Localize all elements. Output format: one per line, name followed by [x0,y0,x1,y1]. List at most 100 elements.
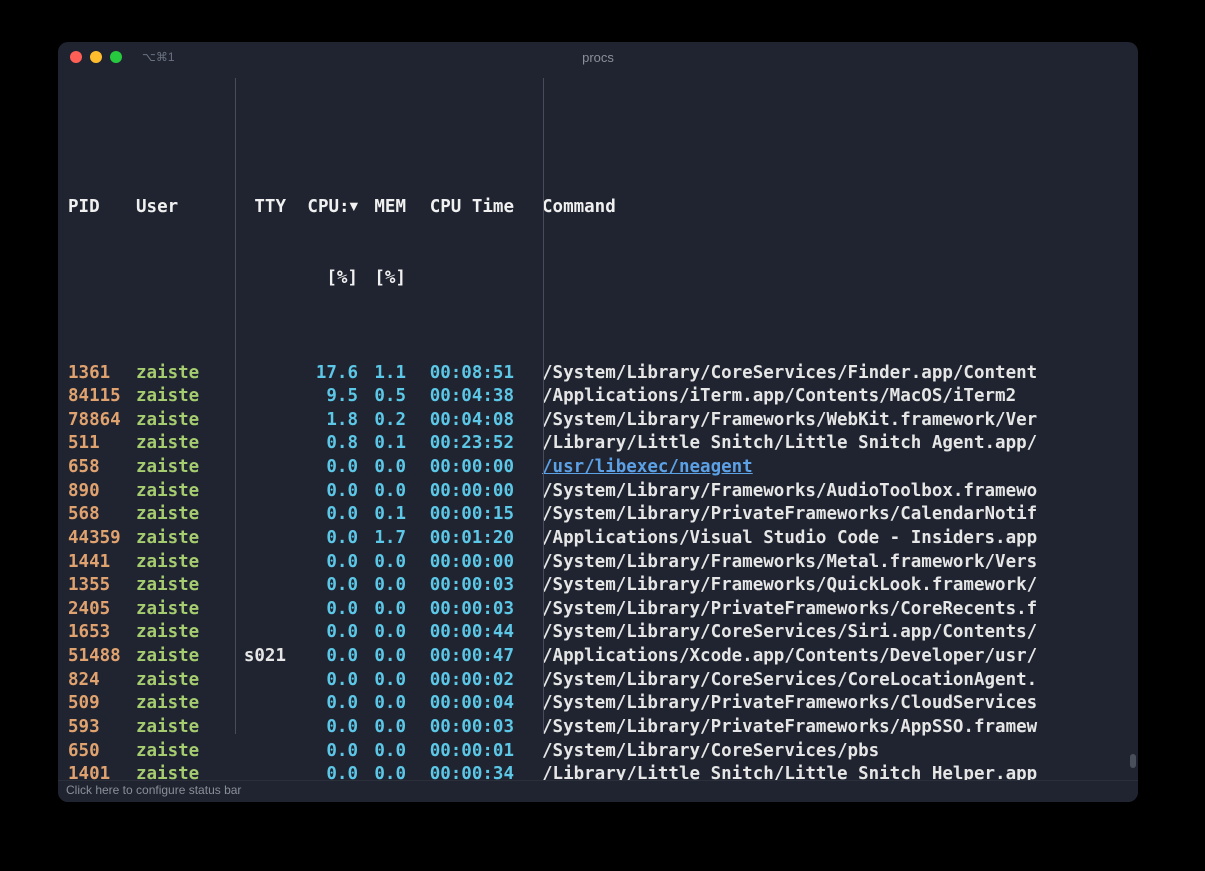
titlebar[interactable]: ⌥⌘1 procs [58,42,1138,72]
cell-mem: 0.0 [358,740,406,764]
table-row[interactable]: 84115zaiste9.50.500:04:38/Applications/i… [68,385,1128,409]
cell-cpu: 0.0 [286,598,358,622]
cell-time: 00:00:44 [406,621,514,645]
table-row[interactable]: 1361zaiste17.61.100:08:51/System/Library… [68,362,1128,386]
cell-pid: 1355 [68,574,136,598]
table-row[interactable]: 1653zaiste0.00.000:00:44/System/Library/… [68,621,1128,645]
table-row[interactable]: 1441zaiste0.00.000:00:00/System/Library/… [68,551,1128,575]
cell-mem: 1.1 [358,362,406,386]
table-header-row: PID User TTY CPU:▼ MEM CPU Time Command [68,196,1128,220]
cell-tty [226,763,286,780]
cell-user: zaiste [136,432,226,456]
cell-cmd: /Library/Little Snitch/Little Snitch Age… [514,432,1128,456]
cell-cmd: /System/Library/PrivateFrameworks/Calend… [514,503,1128,527]
cell-cmd: /System/Library/Frameworks/WebKit.framew… [514,409,1128,433]
cell-cmd: /Applications/iTerm.app/Contents/MacOS/i… [514,385,1128,409]
cell-time: 00:00:03 [406,716,514,740]
header-mem[interactable]: MEM [358,196,406,220]
cell-time: 00:04:08 [406,409,514,433]
cell-pid: 568 [68,503,136,527]
cell-cmd: /Applications/Xcode.app/Contents/Develop… [514,645,1128,669]
cell-cpu: 9.5 [286,385,358,409]
cell-pid: 51488 [68,645,136,669]
cell-pid: 78864 [68,409,136,433]
table-row[interactable]: 51488zaistes0210.00.000:00:47/Applicatio… [68,645,1128,669]
cell-time: 00:00:15 [406,503,514,527]
cell-pid: 890 [68,480,136,504]
cell-cmd: /Library/Little Snitch/Little Snitch Hel… [514,763,1128,780]
table-row[interactable]: 44359zaiste0.01.700:01:20/Applications/V… [68,527,1128,551]
column-separator [543,78,544,734]
cell-pid: 1361 [68,362,136,386]
cell-pid: 44359 [68,527,136,551]
cell-cpu: 0.0 [286,503,358,527]
table-row[interactable]: 511zaiste0.80.100:23:52/Library/Little S… [68,432,1128,456]
table-row[interactable]: 593zaiste0.00.000:00:03/System/Library/P… [68,716,1128,740]
cell-user: zaiste [136,621,226,645]
cell-user: zaiste [136,645,226,669]
cell-mem: 0.1 [358,432,406,456]
table-row[interactable]: 650zaiste0.00.000:00:01/System/Library/C… [68,740,1128,764]
cell-pid: 658 [68,456,136,480]
cell-user: zaiste [136,551,226,575]
cell-pid: 509 [68,692,136,716]
cell-cmd: /System/Library/Frameworks/Metal.framewo… [514,551,1128,575]
column-separator [235,78,236,734]
header-cpu-label: CPU: [307,197,349,217]
cell-cpu: 0.0 [286,456,358,480]
cell-cmd: /System/Library/PrivateFrameworks/CloudS… [514,692,1128,716]
cell-cpu: 0.0 [286,763,358,780]
cell-cpu: 0.0 [286,692,358,716]
cell-time: 00:01:20 [406,527,514,551]
table-row[interactable]: 509zaiste0.00.000:00:04/System/Library/P… [68,692,1128,716]
scrollbar[interactable] [1130,754,1136,768]
header-cpu[interactable]: CPU:▼ [286,196,358,220]
terminal-window: ⌥⌘1 procs PID User TTY CPU:▼ MEM CPU Tim… [58,42,1138,802]
table-row[interactable]: 568zaiste 0.00.100:00:15/System/Library/P… [68,503,1128,527]
minimize-icon[interactable] [90,51,102,63]
cell-user: zaiste [136,409,226,433]
cell-cmd: /Applications/Visual Studio Code - Insid… [514,527,1128,551]
cell-mem: 0.1 [358,503,406,527]
cell-time: 00:00:03 [406,598,514,622]
table-row[interactable]: 1401zaiste0.00.000:00:34/Library/Little … [68,763,1128,780]
cell-cpu: 0.0 [286,740,358,764]
cell-user: zaiste [136,503,226,527]
cell-mem: 1.7 [358,527,406,551]
cell-time: 00:00:34 [406,763,514,780]
cell-cmd: /System/Library/CoreServices/Siri.app/Co… [514,621,1128,645]
cell-cpu: 0.0 [286,716,358,740]
header-pid[interactable]: PID [68,196,136,220]
header-time[interactable]: CPU Time [406,196,514,220]
cell-user: zaiste [136,716,226,740]
terminal-content[interactable]: PID User TTY CPU:▼ MEM CPU Time Command … [58,72,1138,780]
close-icon[interactable] [70,51,82,63]
cell-pid: 1653 [68,621,136,645]
cell-time: 00:00:00 [406,456,514,480]
table-row[interactable]: 890zaiste0.00.000:00:00/System/Library/F… [68,480,1128,504]
table-row[interactable]: 78864zaiste1.80.200:04:08/System/Library… [68,409,1128,433]
cell-pid: 824 [68,669,136,693]
cell-mem: 0.0 [358,480,406,504]
cell-cpu: 0.0 [286,527,358,551]
header-user[interactable]: User [136,196,226,220]
cell-user: zaiste [136,480,226,504]
zoom-icon[interactable] [110,51,122,63]
cell-cpu: 0.0 [286,669,358,693]
cell-cmd[interactable]: /usr/libexec/neagent [514,456,1128,480]
cell-cpu: 0.0 [286,645,358,669]
table-row[interactable]: 824zaiste0.00.000:00:02/System/Library/C… [68,669,1128,693]
header-command[interactable]: Command [514,196,1128,220]
table-row[interactable]: 1355zaiste0.00.000:00:03/System/Library/… [68,574,1128,598]
cell-user: zaiste [136,740,226,764]
cell-user: zaiste [136,669,226,693]
table-header-units: [%] [%] [68,267,1128,291]
table-row[interactable]: 658zaiste0.00.000:00:00/usr/libexec/neag… [68,456,1128,480]
traffic-lights [70,51,122,63]
cell-mem: 0.0 [358,574,406,598]
header-mem-unit: [%] [358,267,406,291]
cell-mem: 0.0 [358,692,406,716]
status-bar[interactable]: Click here to configure status bar [58,780,1138,802]
cell-tty [226,740,286,764]
table-row[interactable]: 2405zaiste0.00.000:00:03/System/Library/… [68,598,1128,622]
